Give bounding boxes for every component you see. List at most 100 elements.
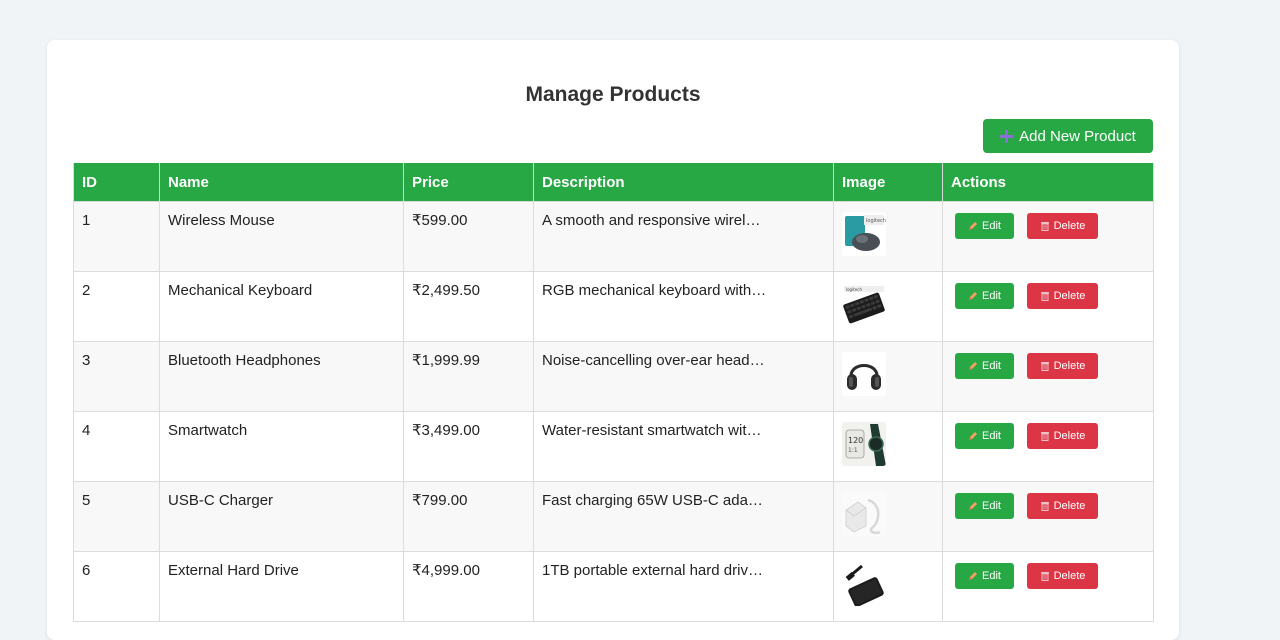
pencil-icon <box>968 221 978 231</box>
headphones-product-image <box>842 352 886 396</box>
edit-button[interactable]: Edit <box>955 493 1014 519</box>
id-cell: 1 <box>73 201 160 272</box>
row-actions: Edit Delete <box>955 283 1145 309</box>
pencil-icon <box>968 501 978 511</box>
name-cell: External Hard Drive <box>159 551 404 622</box>
trash-icon <box>1040 431 1050 441</box>
product-description: Fast charging 65W USB-C adapt… <box>542 493 767 509</box>
product-id: 2 <box>82 282 91 299</box>
row-actions: Edit Delete <box>955 423 1145 449</box>
description-cell: Fast charging 65W USB-C adapt… <box>533 481 834 552</box>
edit-button[interactable]: Edit <box>955 283 1014 309</box>
edit-label: Edit <box>982 360 1001 372</box>
product-price: ₹3,499.00 <box>412 422 480 439</box>
id-cell: 4 <box>73 411 160 482</box>
delete-button[interactable]: Delete <box>1027 563 1098 589</box>
image-cell <box>833 481 943 552</box>
description-cell: Noise-cancelling over-ear headp… <box>533 341 834 412</box>
delete-button[interactable]: Delete <box>1027 353 1098 379</box>
edit-label: Edit <box>982 290 1001 302</box>
column-header-image: Image <box>833 163 943 202</box>
id-cell: 5 <box>73 481 160 552</box>
name-cell: USB-C Charger <box>159 481 404 552</box>
table-row: 2 Mechanical Keyboard ₹2,499.50 RGB mech… <box>73 271 1154 342</box>
products-table: ID Name Price Description Image Actions … <box>73 163 1154 622</box>
add-new-product-button[interactable]: Add New Product <box>983 119 1153 153</box>
row-actions: Edit Delete <box>955 493 1145 519</box>
delete-button[interactable]: Delete <box>1027 213 1098 239</box>
row-actions: Edit Delete <box>955 213 1145 239</box>
actions-cell: Edit Delete <box>942 271 1154 342</box>
product-price: ₹2,499.50 <box>412 282 480 299</box>
column-header-description: Description <box>533 163 834 202</box>
edit-button[interactable]: Edit <box>955 423 1014 449</box>
name-cell: Smartwatch <box>159 411 404 482</box>
id-cell: 6 <box>73 551 160 622</box>
delete-button[interactable]: Delete <box>1027 283 1098 309</box>
charger-product-image <box>842 492 886 536</box>
edit-button[interactable]: Edit <box>955 353 1014 379</box>
price-cell: ₹2,499.50 <box>403 271 534 342</box>
svg-text:logitech: logitech <box>846 287 862 292</box>
table-row: 4 Smartwatch ₹3,499.00 Water-resistant s… <box>73 411 1154 482</box>
description-cell: A smooth and responsive wireles… <box>533 201 834 272</box>
description-cell: Water-resistant smartwatch with … <box>533 411 834 482</box>
product-name: USB-C Charger <box>168 492 274 509</box>
id-cell: 2 <box>73 271 160 342</box>
edit-label: Edit <box>982 500 1001 512</box>
edit-button[interactable]: Edit <box>955 563 1014 589</box>
product-description: Noise-cancelling over-ear headp… <box>542 353 767 369</box>
image-cell: 120 1:1 <box>833 411 943 482</box>
edit-label: Edit <box>982 220 1001 232</box>
mouse-product-image: logitech <box>842 212 886 256</box>
edit-label: Edit <box>982 570 1001 582</box>
trash-icon <box>1040 221 1050 231</box>
actions-cell: Edit Delete <box>942 481 1154 552</box>
svg-text:logitech: logitech <box>866 218 886 224</box>
trash-icon <box>1040 291 1050 301</box>
delete-button[interactable]: Delete <box>1027 423 1098 449</box>
table-header-row: ID Name Price Description Image Actions <box>73 163 1154 202</box>
product-id: 6 <box>82 562 91 579</box>
column-header-actions: Actions <box>942 163 1154 202</box>
trash-icon <box>1040 361 1050 371</box>
product-name: External Hard Drive <box>168 562 299 579</box>
row-actions: Edit Delete <box>955 563 1145 589</box>
edit-button[interactable]: Edit <box>955 213 1014 239</box>
delete-label: Delete <box>1053 500 1086 512</box>
trash-icon <box>1040 571 1050 581</box>
smartwatch-product-image: 120 1:1 <box>842 422 886 466</box>
delete-button[interactable]: Delete <box>1027 493 1098 519</box>
product-price: ₹599.00 <box>412 212 468 229</box>
table-row: 3 Bluetooth Headphones ₹1,999.99 Noise-c… <box>73 341 1154 412</box>
table-row: 6 External Hard Drive ₹4,999.00 1TB port… <box>73 551 1154 622</box>
actions-cell: Edit Delete <box>942 551 1154 622</box>
product-id: 4 <box>82 422 91 439</box>
image-cell <box>833 551 943 622</box>
page-title: Manage Products <box>525 83 701 106</box>
product-id: 5 <box>82 492 91 509</box>
delete-label: Delete <box>1053 290 1086 302</box>
column-header-price: Price <box>403 163 534 202</box>
delete-label: Delete <box>1053 430 1086 442</box>
image-cell: logitech <box>833 271 943 342</box>
svg-text:1:1: 1:1 <box>848 447 858 454</box>
delete-label: Delete <box>1053 360 1086 372</box>
product-price: ₹4,999.00 <box>412 562 480 579</box>
delete-label: Delete <box>1053 220 1086 232</box>
name-cell: Bluetooth Headphones <box>159 341 404 412</box>
hard-drive-product-image <box>842 562 886 606</box>
product-description: A smooth and responsive wireles… <box>542 213 767 229</box>
id-cell: 3 <box>73 341 160 412</box>
plus-icon <box>1000 129 1014 143</box>
pencil-icon <box>968 431 978 441</box>
column-header-name: Name <box>159 163 404 202</box>
product-description: Water-resistant smartwatch with … <box>542 423 767 439</box>
product-name: Wireless Mouse <box>168 212 275 229</box>
edit-label: Edit <box>982 430 1001 442</box>
name-cell: Mechanical Keyboard <box>159 271 404 342</box>
product-name: Mechanical Keyboard <box>168 282 313 299</box>
price-cell: ₹799.00 <box>403 481 534 552</box>
product-description: 1TB portable external hard drive … <box>542 563 767 579</box>
trash-icon <box>1040 501 1050 511</box>
